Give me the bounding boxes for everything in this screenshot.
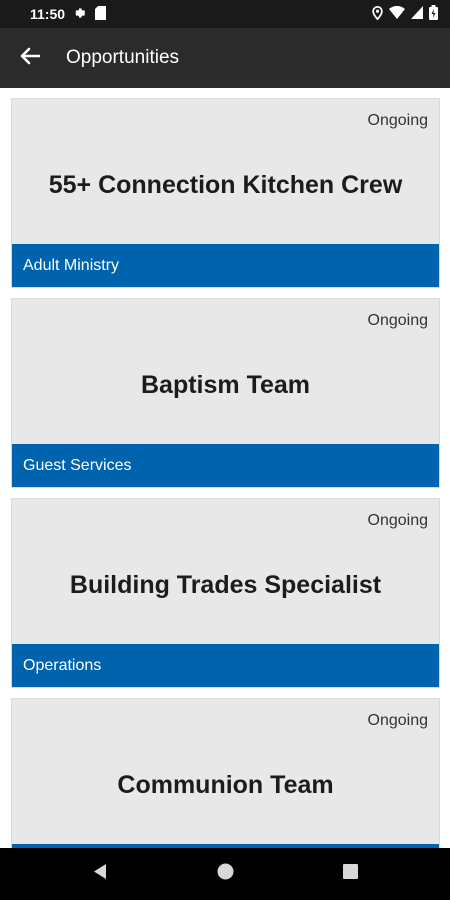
opportunity-card[interactable]: Ongoing Building Trades Specialist Opera…	[11, 498, 440, 688]
system-nav-bar	[0, 848, 450, 900]
status-bar: 11:50	[0, 0, 450, 28]
back-button[interactable]	[0, 28, 60, 88]
opportunity-title: 55+ Connection Kitchen Crew	[48, 171, 403, 199]
sd-card-icon	[95, 5, 107, 23]
nav-back-button[interactable]	[38, 848, 163, 900]
opportunity-list[interactable]: Ongoing 55+ Connection Kitchen Crew Adul…	[0, 88, 450, 848]
back-triangle-icon	[92, 863, 108, 885]
category-bar: Guest Services	[12, 444, 439, 487]
nav-recents-button[interactable]	[288, 848, 413, 900]
category-bar: Adult Ministry	[12, 244, 439, 287]
wifi-icon	[389, 5, 405, 22]
status-label: Ongoing	[367, 712, 429, 729]
category-label: Adult Ministry	[23, 256, 120, 274]
recents-square-icon	[342, 864, 358, 884]
app-bar: Opportunities	[0, 28, 450, 88]
opportunity-card[interactable]: Ongoing Baptism Team Guest Services	[11, 298, 440, 488]
opportunity-title: Communion Team	[117, 771, 334, 799]
status-label: Ongoing	[367, 512, 429, 529]
opportunity-title: Baptism Team	[140, 371, 311, 399]
opportunity-title: Building Trades Specialist	[69, 571, 382, 599]
status-label: Ongoing	[367, 112, 429, 129]
page-title: Opportunities	[66, 47, 180, 68]
status-label: Ongoing	[367, 312, 429, 329]
opportunity-card[interactable]: Ongoing 55+ Connection Kitchen Crew Adul…	[11, 98, 440, 288]
battery-icon	[429, 5, 438, 23]
settings-icon	[73, 6, 87, 23]
category-label: Operations	[23, 656, 102, 674]
arrow-back-icon	[20, 47, 41, 70]
opportunity-card[interactable]: Ongoing Communion Team	[11, 698, 440, 848]
status-time: 11:50	[30, 6, 66, 22]
home-circle-icon	[217, 863, 234, 885]
category-label: Guest Services	[23, 456, 132, 474]
signal-icon	[411, 6, 423, 22]
location-icon	[372, 5, 383, 23]
nav-home-button[interactable]	[163, 848, 288, 900]
category-bar: Operations	[12, 644, 439, 687]
